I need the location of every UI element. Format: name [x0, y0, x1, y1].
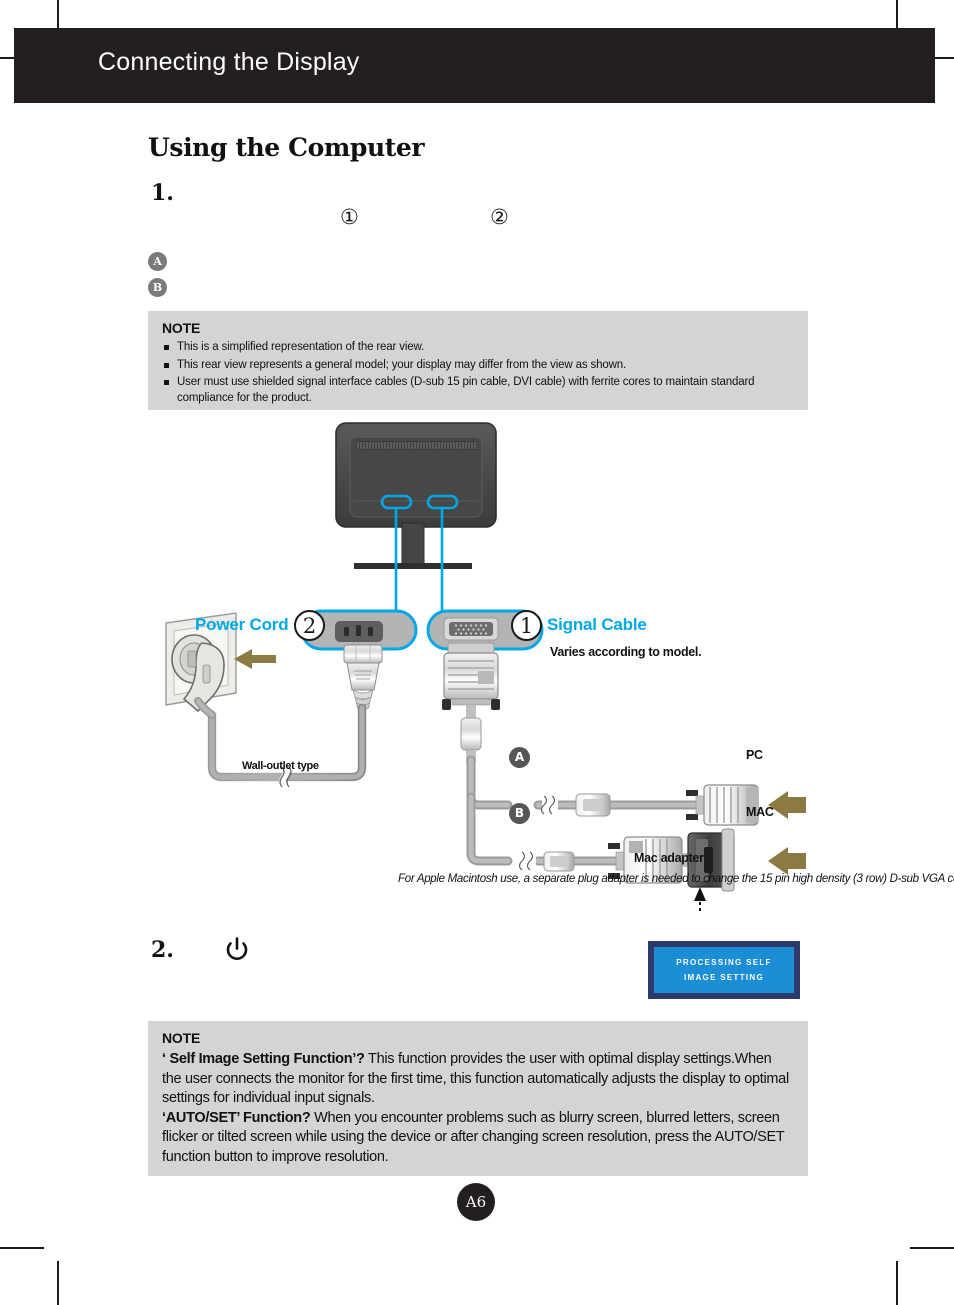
power-button-icon	[224, 936, 250, 967]
monitor-illustration	[335, 422, 497, 569]
crop-mark-bottom-left-horizontal	[0, 1247, 44, 1249]
page-number-badge: A6	[457, 1183, 495, 1221]
section-heading: Using the Computer	[148, 133, 425, 162]
dsub-port-icon	[443, 617, 499, 641]
cable-branch-mac	[518, 828, 806, 911]
pc-label: PC	[746, 748, 763, 762]
varies-by-model-label: Varies according to model.	[550, 645, 702, 659]
note-box-top: NOTE This is a simplified representation…	[148, 311, 808, 410]
power-cord-label: Power Cord	[195, 615, 289, 634]
circled-number-two: ②	[490, 205, 509, 229]
note-bottom-heading: NOTE	[162, 1030, 201, 1046]
autoset-title: ‘AUTO/SET’ Function?	[162, 1109, 311, 1126]
cable-badge-b: B	[509, 803, 530, 824]
circled-number-one: ①	[340, 205, 359, 229]
note-top-item: User must use shielded signal interface …	[162, 375, 794, 406]
insert-arrow-icon	[234, 649, 276, 669]
signal-cable-label: Signal Cable	[547, 615, 647, 634]
diagram-callout-one: 1	[511, 610, 542, 641]
note-top-item: This rear view represents a general mode…	[162, 358, 794, 374]
mac-adapter-note: For Apple Macintosh use, a separate plug…	[398, 873, 954, 885]
diagram-callout-two: 2	[294, 610, 325, 641]
note-top-item: This is a simplified representation of t…	[162, 340, 794, 356]
crop-mark-bottom-left-vertical	[57, 1261, 59, 1305]
step-badge-a: A	[148, 252, 167, 271]
cable-badge-a: A	[509, 747, 530, 768]
page-header-bar: Connecting the Display	[14, 28, 935, 103]
step-2-number: 2.	[151, 937, 174, 963]
page-title: Connecting the Display	[98, 48, 360, 76]
wall-outlet-label: Wall-outlet type	[242, 760, 319, 772]
mac-label: MAC	[746, 805, 774, 819]
step-1-number: 1.	[151, 180, 174, 206]
osd-screen: PROCESSING SELF IMAGE SETTING	[654, 947, 794, 993]
osd-message-box: PROCESSING SELF IMAGE SETTING	[648, 941, 800, 999]
osd-line-1: PROCESSING SELF	[676, 958, 772, 967]
note-box-bottom: NOTE ‘ Self Image Setting Function’? Thi…	[148, 1021, 808, 1176]
note-bottom-paragraph: ‘ Self Image Setting Function’? This fun…	[162, 1050, 794, 1167]
signal-cable-connector	[442, 642, 513, 866]
power-inlet-icon	[335, 621, 383, 642]
note-top-list: This is a simplified representation of t…	[162, 340, 794, 406]
connection-diagram	[148, 415, 808, 920]
osd-line-2: IMAGE SETTING	[683, 973, 764, 982]
mac-adapter-label: Mac adapter	[634, 851, 704, 865]
mac-arrow-icon	[768, 847, 806, 875]
note-top-heading: NOTE	[162, 320, 201, 336]
crop-mark-bottom-right-vertical	[896, 1261, 898, 1305]
crop-mark-bottom-right-horizontal	[910, 1247, 954, 1249]
step-badge-b: B	[148, 278, 167, 297]
self-image-title: ‘ Self Image Setting Function’?	[162, 1051, 365, 1067]
